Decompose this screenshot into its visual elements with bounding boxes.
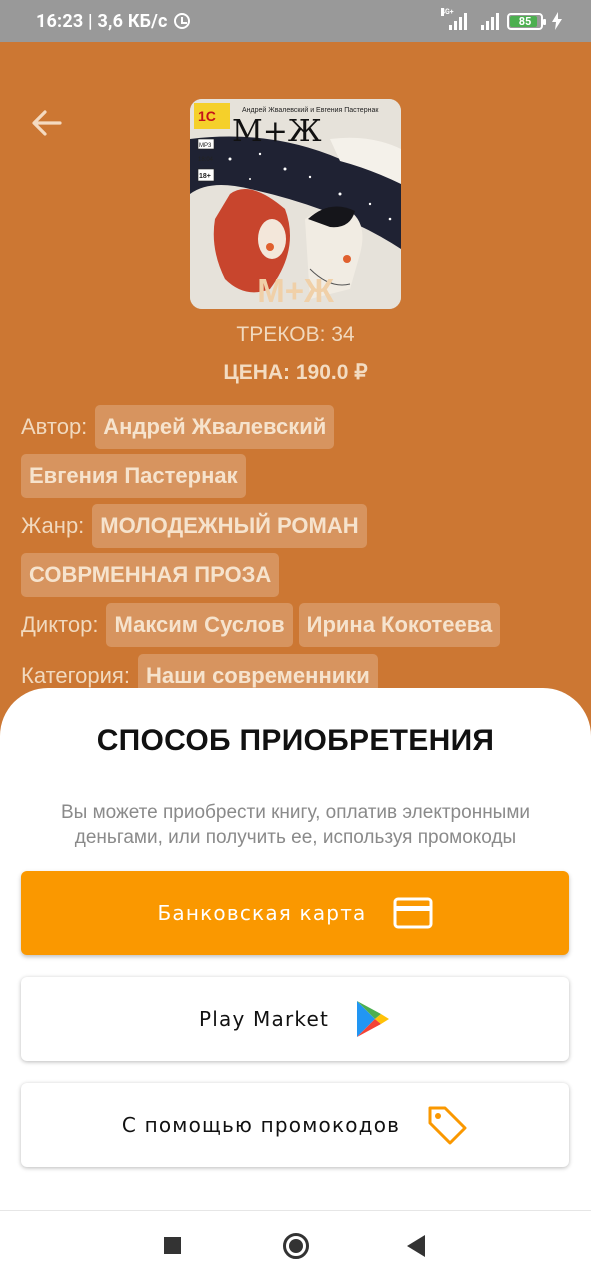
genre-label: Жанр: bbox=[21, 513, 85, 538]
play-market-icon bbox=[357, 1001, 390, 1037]
narrator-row: Диктор: Максим Суслов Ирина Кокотеева bbox=[21, 603, 501, 647]
cover-authors-line: Андрей Жвалевский и Евгения Пастернак bbox=[242, 106, 379, 114]
book-title: М+Ж bbox=[257, 272, 334, 309]
cover-duration: 18:04 bbox=[198, 157, 214, 163]
promo-codes-label: С помощью промокодов bbox=[121, 1113, 401, 1137]
author-chip[interactable]: Андрей Жвалевский bbox=[95, 405, 335, 449]
battery-icon: 85 bbox=[507, 12, 546, 30]
status-time-speed: 16:23 | 3,6 КБ/с bbox=[36, 10, 168, 32]
sheet-description: Вы можете приобрести книгу, оплатив элек… bbox=[60, 802, 531, 848]
author-row-2: Евгения Пастернак bbox=[21, 454, 246, 498]
genre-chip[interactable]: СОВРМЕННАЯ ПРОЗА bbox=[21, 553, 280, 597]
track-count: ТРЕКОВ: 34 bbox=[236, 323, 355, 346]
status-bar-left: 16:23 | 3,6 КБ/с bbox=[36, 0, 190, 42]
play-market-label: Play Market bbox=[198, 1007, 330, 1031]
home-icon[interactable] bbox=[283, 1233, 309, 1259]
system-nav-bar bbox=[0, 1210, 591, 1280]
network-type-label: 4G+ bbox=[441, 8, 454, 16]
narrator-chip[interactable]: Максим Суслов bbox=[106, 603, 293, 647]
back-arrow-icon[interactable] bbox=[28, 104, 66, 142]
genre-row: Жанр: МОЛОДЕЖНЫЙ РОМАН bbox=[21, 504, 367, 548]
book-price: ЦЕНА: 190.0 ₽ bbox=[223, 361, 368, 384]
genre-row-2: СОВРМЕННАЯ ПРОЗА bbox=[21, 553, 280, 597]
tag-icon bbox=[428, 1106, 467, 1145]
purchase-method-sheet: СПОСОБ ПРИОБРЕТЕНИЯ Вы можете приобрести… bbox=[0, 688, 591, 1210]
status-bar-right: 4G+ 85 bbox=[441, 0, 563, 42]
bank-card-label: Банковская карта bbox=[157, 901, 367, 925]
signal-icon bbox=[475, 12, 499, 30]
genre-chip[interactable]: МОЛОДЕЖНЫЙ РОМАН bbox=[92, 504, 367, 548]
promo-codes-button[interactable]: С помощью промокодов bbox=[21, 1083, 569, 1167]
author-label: Автор: bbox=[21, 414, 88, 439]
cover-age: 18+ bbox=[199, 173, 211, 180]
nav-back-icon[interactable] bbox=[407, 1235, 425, 1257]
sheet-title: СПОСОБ ПРИОБРЕТЕНИЯ bbox=[96, 724, 495, 757]
status-bar: 16:23 | 3,6 КБ/с 4G+ 85 bbox=[0, 0, 591, 42]
charging-icon bbox=[552, 12, 562, 30]
category-label: Категория: bbox=[21, 663, 130, 688]
signal-4g-icon: 4G+ bbox=[441, 8, 467, 30]
cover-publisher-logo: 1С bbox=[198, 108, 216, 124]
author-row: Автор: Андрей Жвалевский bbox=[21, 405, 335, 449]
play-market-button[interactable]: Play Market bbox=[21, 977, 569, 1061]
recent-apps-icon[interactable] bbox=[164, 1237, 181, 1254]
narrator-label: Диктор: bbox=[21, 612, 99, 637]
battery-level: 85 bbox=[518, 14, 532, 28]
book-details-screen: 1С Андрей Жвалевский и Евгения Пастернак… bbox=[0, 42, 591, 742]
narrator-chip[interactable]: Ирина Кокотеева bbox=[298, 603, 501, 647]
alarm-icon bbox=[173, 13, 190, 29]
credit-card-icon bbox=[393, 897, 432, 929]
cover-format: MP3 bbox=[199, 143, 212, 149]
author-chip[interactable]: Евгения Пастернак bbox=[21, 454, 246, 498]
cover-title: М+Ж bbox=[232, 114, 322, 149]
bank-card-button[interactable]: Банковская карта bbox=[21, 871, 569, 955]
